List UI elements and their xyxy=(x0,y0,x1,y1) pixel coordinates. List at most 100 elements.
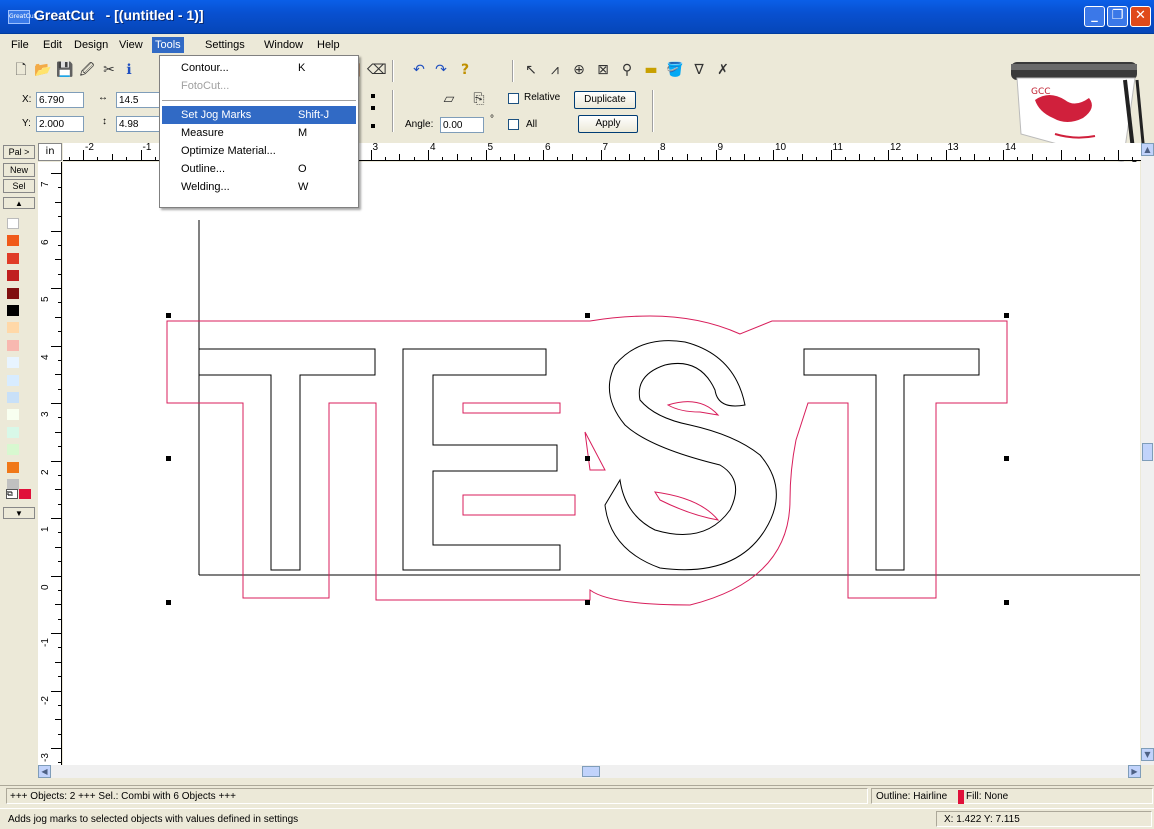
palette-toggle-button[interactable]: Pal > xyxy=(3,145,35,159)
color-swatch[interactable] xyxy=(7,339,19,351)
apply-button[interactable]: Apply xyxy=(578,115,638,133)
scroll-up-arrow-icon[interactable]: ▲ xyxy=(1141,143,1154,156)
move-icon[interactable]: ⊕ xyxy=(570,61,588,79)
color-swatch[interactable] xyxy=(7,287,19,299)
color-swatch[interactable] xyxy=(7,409,19,421)
hint-text: Adds jog marks to selected objects with … xyxy=(8,814,299,825)
color-swatch[interactable] xyxy=(7,218,19,229)
menu-item-set-jog-marks[interactable]: Set Jog Marks Shift-J xyxy=(162,106,356,124)
scroll-left-arrow-icon[interactable]: ◀ xyxy=(38,765,51,778)
current-color-swatch[interactable] xyxy=(19,489,31,499)
menu-view[interactable]: View xyxy=(116,37,146,53)
menu-help[interactable]: Help xyxy=(314,37,343,53)
color-swatch[interactable] xyxy=(7,357,19,369)
color-swatch[interactable] xyxy=(7,392,19,403)
anchor-dot xyxy=(371,94,375,98)
fill-bucket-icon[interactable]: 🪣 xyxy=(666,61,684,79)
menu-item-fotocut: FotoCut... xyxy=(181,80,230,92)
close-icon[interactable]: ✕ xyxy=(1130,6,1151,27)
redo-icon[interactable]: ↷ xyxy=(432,61,450,79)
horizontal-scroll-thumb[interactable] xyxy=(582,766,600,777)
menu-item-measure[interactable]: Measure M xyxy=(162,124,356,142)
width-field[interactable] xyxy=(116,92,160,108)
open-folder-icon[interactable]: 📂 xyxy=(34,61,52,79)
angle-field[interactable] xyxy=(440,117,484,133)
vertical-scrollbar[interactable]: ▲ ▼ xyxy=(1141,143,1154,765)
ruler-label: -2 xyxy=(85,143,94,153)
menu-item-optimize-material[interactable]: Optimize Material... xyxy=(162,142,356,160)
help-icon[interactable]: ? xyxy=(456,61,474,79)
ruler-label: 2 xyxy=(40,468,51,475)
node-edit-icon[interactable]: ⩘ xyxy=(546,61,564,79)
selection-handle xyxy=(1004,313,1009,318)
zoom-icon[interactable]: ⚲ xyxy=(618,61,636,79)
cursor-coordinates: X: 1.422 Y: 7.115 xyxy=(944,814,1020,825)
scroll-down-icon[interactable]: ▼ xyxy=(3,507,35,519)
frame-icon[interactable]: ⊠ xyxy=(594,61,612,79)
color-swatch[interactable] xyxy=(7,426,19,438)
info-icon[interactable]: ℹ xyxy=(120,61,138,79)
menu-design[interactable]: Design xyxy=(71,37,111,53)
color-swatch[interactable] xyxy=(7,252,19,264)
height-arrow-icon: ↕ xyxy=(102,116,107,127)
design-drawing[interactable] xyxy=(63,162,1140,765)
color-swatch[interactable] xyxy=(7,374,19,386)
new-button[interactable]: New xyxy=(3,163,35,177)
horizontal-scrollbar[interactable]: ◀ ▶ xyxy=(38,765,1141,778)
import-icon[interactable]: 🖉 xyxy=(78,61,96,79)
color-swatch[interactable] xyxy=(7,270,19,282)
menu-file[interactable]: File xyxy=(8,37,32,53)
ruler-label: 4 xyxy=(40,353,51,360)
menu-item-outline[interactable]: Outline... O xyxy=(162,160,356,178)
minimize-icon[interactable]: _ xyxy=(1084,6,1105,27)
knife-icon[interactable]: ✗ xyxy=(714,61,732,79)
ruler-label: 7 xyxy=(602,143,609,153)
menu-window[interactable]: Window xyxy=(261,37,306,53)
height-field[interactable] xyxy=(116,116,160,132)
relative-checkbox[interactable] xyxy=(508,93,519,104)
sel-button[interactable]: Sel xyxy=(3,179,35,193)
app-icon: GreatCut xyxy=(8,10,36,24)
color-swatch[interactable] xyxy=(7,322,19,334)
no-color-icon[interactable]: ⧉ xyxy=(6,489,18,499)
cut-icon[interactable]: ✂ xyxy=(100,61,118,79)
color-swatch[interactable] xyxy=(7,235,19,247)
ruler-label: 6 xyxy=(40,238,51,245)
y-position-field[interactable] xyxy=(36,116,84,132)
title-bar[interactable]: GreatCut GreatCut - [(untitled - 1)] _ ❐… xyxy=(0,0,1154,34)
new-file-icon[interactable]: 🗋 xyxy=(12,61,30,79)
anchor-dot xyxy=(371,124,375,128)
scroll-right-arrow-icon[interactable]: ▶ xyxy=(1128,765,1141,778)
vertical-scroll-thumb[interactable] xyxy=(1142,443,1153,461)
angle-label: Angle: xyxy=(405,119,434,130)
color-swatch[interactable] xyxy=(7,305,19,316)
menu-tools[interactable]: Tools xyxy=(152,37,184,53)
save-icon[interactable]: 💾 xyxy=(56,61,74,79)
all-checkbox[interactable] xyxy=(508,119,519,130)
outline-status: Outline: Hairline xyxy=(876,791,948,802)
degree-symbol: ° xyxy=(490,114,494,125)
select-arrow-icon[interactable]: ↖ xyxy=(522,61,540,79)
scroll-up-icon[interactable]: ▲ xyxy=(3,197,35,209)
ruler-label: 5 xyxy=(487,143,494,153)
copy-icon[interactable]: ⎘ xyxy=(470,90,488,108)
scroll-down-arrow-icon[interactable]: ▼ xyxy=(1141,748,1154,761)
menu-settings[interactable]: Settings xyxy=(202,37,248,53)
menu-item-contour[interactable]: Contour... K xyxy=(162,59,356,77)
eraser-icon[interactable]: ⌫ xyxy=(367,61,387,79)
color-swatch[interactable] xyxy=(7,444,19,456)
restore-icon[interactable]: ❐ xyxy=(1107,6,1128,27)
ruler-tool-icon[interactable]: ▬ xyxy=(642,61,660,79)
mirror-icon[interactable]: ⏥ xyxy=(440,90,458,108)
undo-icon[interactable]: ↶ xyxy=(410,61,428,79)
menu-item-welding[interactable]: Welding... W xyxy=(162,178,356,196)
design-canvas[interactable] xyxy=(63,162,1140,765)
width-arrow-icon: ↔ xyxy=(98,92,108,103)
x-position-field[interactable] xyxy=(36,92,84,108)
x-label: X: xyxy=(22,94,32,105)
duplicate-button[interactable]: Duplicate xyxy=(574,91,636,109)
contour-tool-icon[interactable]: ∇ xyxy=(690,61,708,79)
unit-label[interactable]: in xyxy=(38,143,62,161)
color-swatch[interactable] xyxy=(7,461,19,473)
menu-edit[interactable]: Edit xyxy=(40,37,65,53)
